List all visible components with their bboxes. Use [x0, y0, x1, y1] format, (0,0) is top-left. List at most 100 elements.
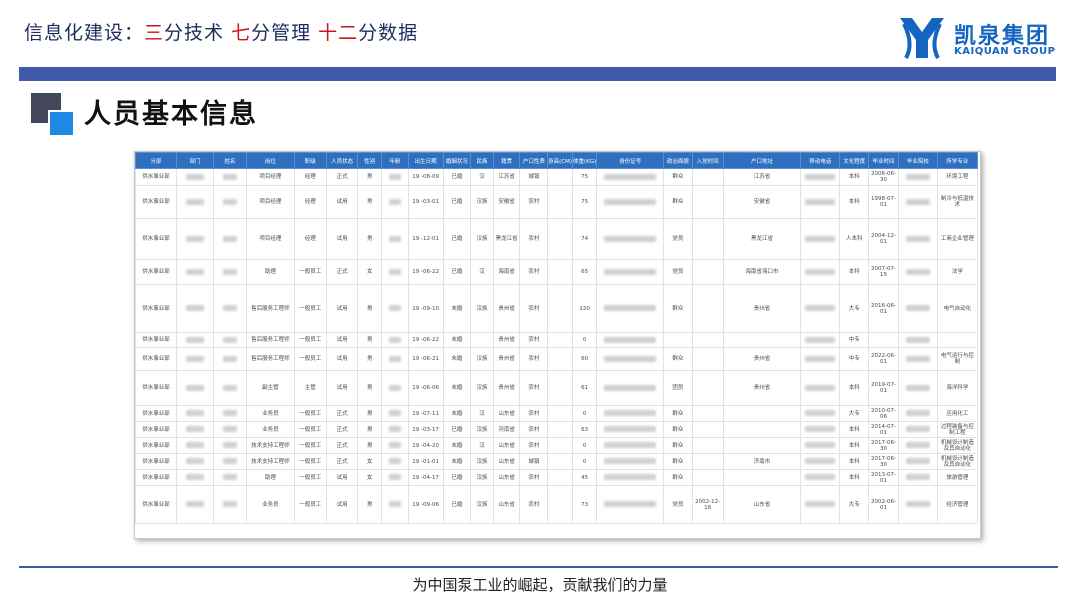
- table-cell: [897, 485, 938, 524]
- table-cell: 65: [571, 259, 598, 285]
- table-cell: 男: [357, 421, 383, 438]
- header-highlight-1: 三: [144, 22, 165, 44]
- table-cell: 一般员工: [293, 405, 327, 422]
- redacted-value: [222, 268, 237, 275]
- table-cell: 工商企业管理: [936, 218, 979, 260]
- table-cell: 汉: [470, 168, 494, 186]
- table-cell: 制冷与低温技术: [936, 185, 979, 219]
- redacted-value: [805, 268, 836, 275]
- table-cell: 党员: [663, 259, 693, 285]
- table-cell: [176, 168, 214, 186]
- table-cell: 群众: [663, 469, 693, 486]
- table-cell: 正式: [325, 168, 359, 186]
- table-cell: [596, 421, 665, 438]
- table-cell: 供水事业部: [134, 259, 178, 285]
- table-cell: 农村: [519, 405, 549, 422]
- table-row: 供水事业部 项目经理 经理 试用男 19 -03-01 已婚 汉族 安徽省 农村 75 群众 安徽省本…: [134, 185, 979, 219]
- table-cell: 业务员: [245, 485, 295, 524]
- table-cell: 群众: [663, 168, 693, 186]
- table-cell: 已婚: [442, 185, 472, 219]
- table-cell: 农村: [519, 259, 549, 285]
- table-cell: 大专: [839, 405, 870, 422]
- redacted-value: [905, 384, 930, 391]
- table-cell: [897, 332, 938, 348]
- table-cell: 19 -04-17: [407, 469, 444, 486]
- table-cell: [547, 370, 573, 406]
- table-cell: 汉: [470, 437, 494, 454]
- table-cell: [381, 437, 409, 454]
- redacted-value: [185, 355, 204, 362]
- table-cell: 团员: [663, 370, 693, 406]
- table-cell: [176, 185, 214, 219]
- redacted-value: [805, 474, 836, 481]
- table-cell: 供水事业部: [134, 485, 178, 524]
- table-cell: 女: [357, 469, 383, 486]
- table-cell: 农村: [519, 437, 549, 454]
- redacted-value: [388, 426, 401, 433]
- redacted-value: [905, 198, 930, 205]
- table-cell: 2002-12-18: [691, 485, 724, 524]
- table-row: 供水事业部 项目经理 经理 正式男 19 -08-09 已婚汉江苏省 城镇 75 群众 江苏省 本科…: [134, 168, 979, 186]
- table-cell: [596, 332, 665, 348]
- table-cell: 已婚: [442, 469, 472, 486]
- table-cell: [212, 453, 247, 470]
- table-cell: 19 -06-06: [407, 370, 444, 406]
- footer-divider: [19, 566, 1058, 568]
- redacted-value: [805, 355, 836, 362]
- redacted-value: [905, 458, 930, 465]
- table-cell: [691, 421, 724, 438]
- table-cell: 供水事业部: [134, 469, 178, 486]
- table-cell: [897, 437, 938, 454]
- table-cell: [800, 405, 841, 422]
- table-cell: 19 -12-01: [407, 218, 444, 260]
- table-cell: 汉族: [470, 453, 494, 470]
- table-cell: 0: [571, 453, 598, 470]
- table-row: 供水事业部 助理 一般员工 正式女 19 -06-22 已婚汉海南省 农村 65 党员 海南省海口…: [134, 259, 979, 285]
- table-cell: [212, 168, 247, 186]
- table-cell: [176, 284, 214, 333]
- table-cell: [176, 218, 214, 260]
- redacted-value: [905, 410, 930, 417]
- table-cell: 19 -03-01: [407, 185, 444, 219]
- table-cell: 汉族: [470, 218, 494, 260]
- table-cell: 试用: [325, 485, 359, 524]
- redacted-value: [604, 442, 657, 449]
- table-cell: 农村: [519, 185, 549, 219]
- table-cell: [176, 421, 214, 438]
- redacted-value: [905, 355, 930, 362]
- table-cell: 应用化工: [936, 405, 979, 422]
- redacted-value: [185, 384, 204, 391]
- table-cell: 大专: [839, 284, 870, 333]
- redacted-value: [805, 501, 836, 508]
- table-cell: 农村: [519, 347, 549, 371]
- table-cell: 0: [571, 332, 598, 348]
- logo-name-en: KAIQUAN GROUP: [954, 46, 1056, 57]
- table-cell: [800, 218, 841, 260]
- personnel-table-screenshot: 分部 部门 姓名 岗位 职级 人员状态 性别 年龄 出生日期 婚姻状况 民族 籍贯 户口性质 身高(CM)…: [134, 151, 981, 539]
- table-cell: [800, 469, 841, 486]
- table-cell: 海南省海口市: [722, 259, 802, 285]
- table-cell: [897, 185, 938, 219]
- company-logo: 凯泉集团 KAIQUAN GROUP: [894, 14, 1056, 64]
- table-cell: [547, 469, 573, 486]
- table-cell: [722, 405, 802, 422]
- table-cell: 农村: [519, 332, 549, 348]
- table-cell: 项目经理: [245, 218, 295, 260]
- table-cell: [800, 284, 841, 333]
- table-cell: 19 -06-22: [407, 259, 444, 285]
- table-cell: [596, 284, 665, 333]
- table-cell: 已婚: [442, 421, 472, 438]
- table-cell: [897, 168, 938, 186]
- table-cell: 中专: [839, 347, 870, 371]
- table-cell: 试用: [325, 284, 359, 333]
- table-cell: 未婚: [442, 332, 472, 348]
- table-row: 供水事业部 技术支持工程师 一般员工 正式男 19 -04-20 未婚汉山东省 农村 0 群众 本…: [134, 437, 979, 454]
- footer-slogan: 为中国泵工业的崛起，贡献我们的力量: [412, 576, 668, 594]
- table-cell: [176, 469, 214, 486]
- table-cell: 售后服务工程师: [245, 347, 295, 371]
- redacted-value: [222, 474, 237, 481]
- header-text-1: 分技术: [164, 22, 232, 44]
- table-cell: 女: [357, 453, 383, 470]
- table-cell: 电气运行与控制: [936, 347, 979, 371]
- redacted-value: [222, 305, 237, 312]
